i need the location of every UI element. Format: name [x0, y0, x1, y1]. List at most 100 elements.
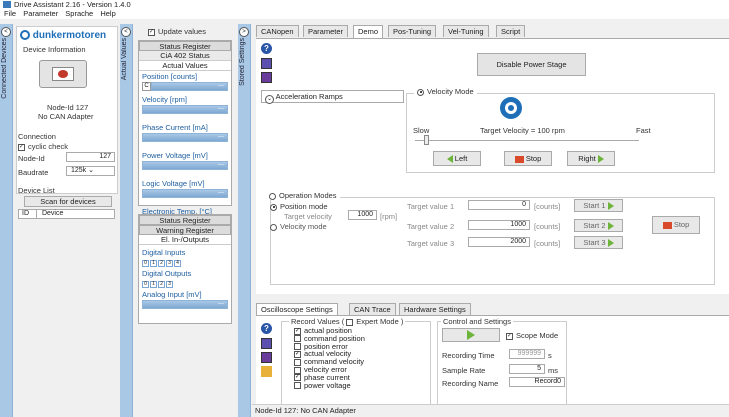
position-mode-radio[interactable]: Position mode [270, 202, 328, 211]
signal-power-voltage[interactable]: power voltage [294, 381, 365, 390]
open-folder-icon[interactable] [261, 366, 272, 377]
stop-icon [514, 155, 524, 163]
logic-voltage-label: Logic Voltage [mV] [142, 179, 205, 188]
tab-pos-tuning[interactable]: Pos-Tuning [388, 25, 437, 37]
stop-all-button[interactable]: Stop [652, 216, 700, 234]
stop-button[interactable]: Stop [504, 151, 552, 166]
baudrate-select[interactable]: 125k ⌄ [66, 166, 115, 176]
status-register-box: Status Register CiA 402 Status Actual Va… [138, 40, 232, 226]
digital-outputs-label: Digital Outputs [142, 269, 192, 278]
checkbox-checked-icon: ✓ [294, 374, 301, 382]
start-2-button[interactable]: Start 2 [574, 219, 623, 232]
tab-canopen[interactable]: CANopen [256, 25, 299, 37]
power-voltage-value: --- [142, 161, 228, 170]
save-as-icon[interactable] [261, 72, 272, 83]
tab-demo[interactable]: Demo [353, 25, 384, 38]
record-values-title: Record Values (Expert Mode ) [289, 317, 406, 326]
recording-name-input[interactable]: Record0 [509, 377, 565, 387]
connected-devices-rail[interactable]: < Connected Devices [0, 24, 13, 417]
actual-values-rail[interactable]: < Actual Values [120, 24, 133, 417]
collapse-arrow-icon[interactable]: < [1, 27, 11, 37]
operation-modes-radio[interactable]: Operation Modes [266, 191, 340, 200]
expert-mode-checkbox[interactable] [346, 318, 354, 326]
left-button[interactable]: Left [433, 151, 481, 166]
menu-bar: File Parameter Sprache Help [0, 9, 729, 19]
checkbox-empty-icon [294, 382, 301, 390]
radio-empty-icon [270, 223, 277, 231]
tab-vel-tuning[interactable]: Vel-Tuning [443, 25, 489, 37]
phase-current-value: --- [142, 133, 228, 142]
tab-hardware-settings[interactable]: Hardware Settings [399, 303, 471, 315]
velocity-slider-track[interactable] [415, 140, 639, 141]
disable-power-stage-button[interactable]: Disable Power Stage [477, 53, 586, 76]
update-values-check[interactable]: ✓ Update values [148, 27, 206, 36]
node-id-label: Node-Id 127 [47, 103, 89, 112]
save-as-icon[interactable] [261, 352, 272, 363]
sample-rate-unit: ms [548, 366, 558, 375]
sample-rate-input[interactable]: 5 [509, 364, 545, 374]
app-icon [3, 1, 11, 8]
play-icon [607, 239, 614, 248]
velocity-slider-thumb[interactable] [424, 135, 429, 145]
menu-sprache[interactable]: Sprache [65, 9, 93, 18]
play-icon [607, 222, 614, 231]
acceleration-ramps-select[interactable]: ⌄ Acceleration Ramps [261, 90, 404, 104]
node-id-input[interactable]: 127 [66, 152, 115, 162]
cyclic-check[interactable]: ✓ cyclic check [18, 142, 68, 151]
target-value-3-input[interactable]: 2000 [468, 237, 530, 247]
do-2[interactable]: 2 [158, 281, 165, 288]
target-value-2-input[interactable]: 1000 [468, 220, 530, 230]
tab-parameter[interactable]: Parameter [303, 25, 349, 37]
scope-area: Oscilloscope Settings CAN Trace Hardware… [256, 294, 729, 405]
record-start-button[interactable] [442, 328, 500, 342]
target-value-1-unit: [counts] [534, 202, 561, 211]
status-register-button[interactable]: Status Register [139, 215, 231, 225]
menu-parameter[interactable]: Parameter [23, 9, 58, 18]
do-0[interactable]: 0 [142, 281, 149, 288]
col-id[interactable]: ID [19, 210, 37, 218]
tab-script[interactable]: Script [496, 25, 526, 37]
velocity-mode-option[interactable]: Velocity mode [270, 222, 327, 231]
recording-time-input[interactable]: 999999 [509, 349, 545, 359]
device-panel: dunkermotoren Device Information Node-Id… [14, 24, 120, 417]
target-velocity-input[interactable]: 1000 [348, 210, 377, 220]
tab-oscilloscope-settings[interactable]: Oscilloscope Settings [256, 303, 338, 315]
right-button[interactable]: Right [567, 151, 615, 166]
velocity-value: --- [142, 105, 228, 114]
velocity-mode-radio[interactable]: Velocity Mode [414, 87, 477, 96]
status-register-header: Status Register [139, 41, 231, 51]
target-value-1-input[interactable]: 0 [468, 200, 530, 210]
do-3[interactable]: 3 [166, 281, 173, 288]
warning-register-button[interactable]: Warning Register [139, 225, 231, 235]
control-settings-title: Control and Settings [441, 317, 513, 326]
rail-label: Stored Settings [239, 38, 246, 86]
collapse-arrow-icon[interactable]: < [121, 27, 131, 37]
menu-file[interactable]: File [4, 9, 16, 18]
sample-rate-label: Sample Rate [442, 366, 486, 375]
save-icon[interactable] [261, 338, 272, 349]
recording-time-label: Recording Time [442, 351, 495, 360]
menu-help[interactable]: Help [100, 9, 115, 18]
expand-arrow-icon[interactable]: > [239, 27, 249, 37]
help-icon[interactable]: ? [261, 323, 272, 334]
start-1-button[interactable]: Start 1 [574, 199, 623, 212]
save-icon[interactable] [261, 58, 272, 69]
baudrate-label: Baudrate [18, 168, 49, 177]
scope-mode-check[interactable]: ✓ Scope Mode [506, 331, 558, 340]
tab-can-trace[interactable]: CAN Trace [349, 303, 396, 315]
window-title: Drive Assistant 2.16 - Version 1.4.0 [14, 0, 131, 9]
do-1[interactable]: 1 [150, 281, 157, 288]
col-device[interactable]: Device [39, 210, 63, 217]
start-3-button[interactable]: Start 3 [574, 236, 623, 249]
position-label: Position [counts] [142, 72, 198, 81]
target-velocity-field-label: Target velocity [284, 212, 332, 221]
di-3: 3 [166, 260, 173, 267]
checkbox-empty-icon [294, 343, 301, 351]
actual-values-title: Actual Values [139, 61, 231, 71]
stored-settings-rail[interactable]: > Stored Settings [238, 24, 251, 417]
help-icon[interactable]: ? [261, 43, 272, 54]
digital-inputs-label: Digital Inputs [142, 248, 186, 257]
scan-devices-button[interactable]: Scan for devices [24, 196, 112, 207]
position-c-indicator: C [142, 82, 151, 91]
analog-input-value: --- [142, 300, 228, 309]
